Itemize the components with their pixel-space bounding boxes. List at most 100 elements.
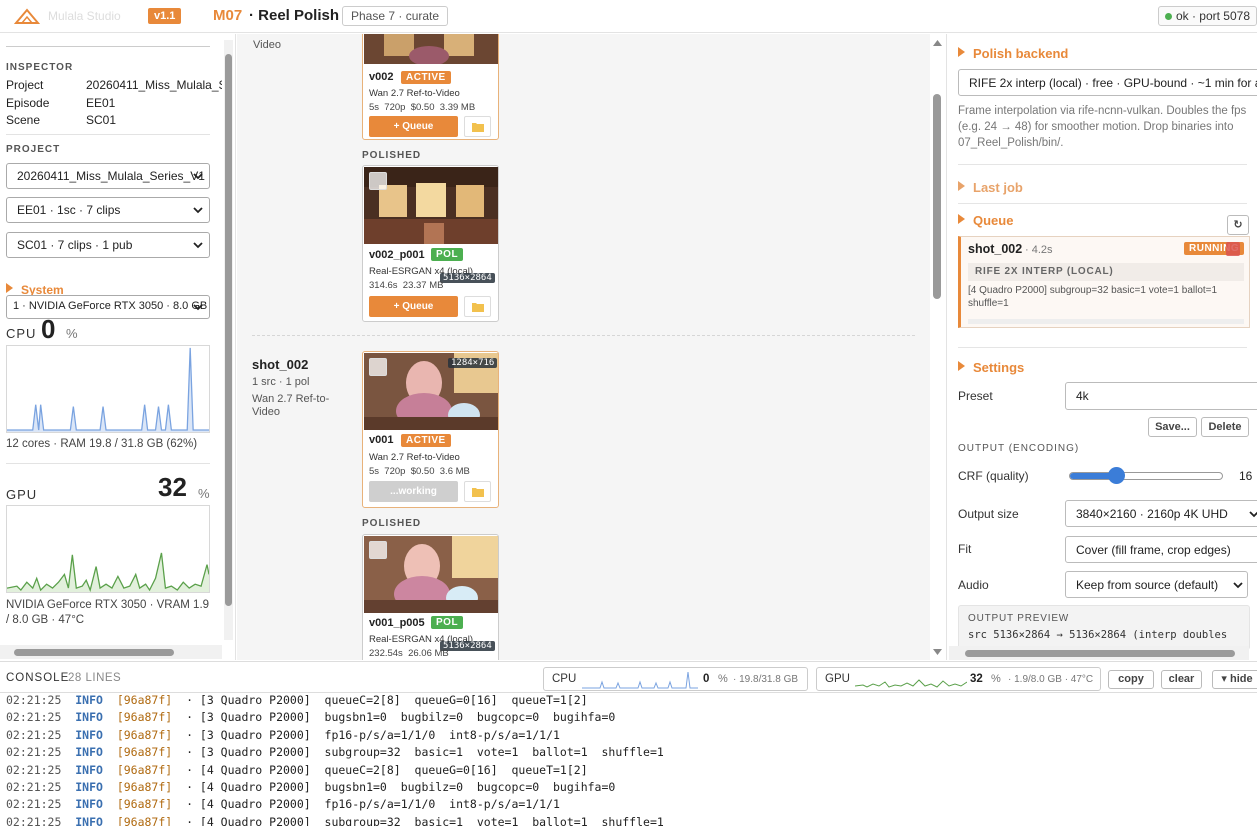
episode-select[interactable]: EE01 · 1sc · 7 clips [6,197,210,223]
status-indicator: ok · port 5078 [1157,6,1257,26]
console-copy-button[interactable]: copy [1108,670,1154,689]
log-level: INFO [75,779,103,794]
crf-slider-handle[interactable] [1107,467,1125,484]
last-job-title: Last job [973,180,1023,195]
project-select-value: 20260411_Miss_Mulala_Series_V1 [17,169,205,183]
right-hscrollbar[interactable] [949,646,1249,660]
settings-header[interactable]: Settings [958,360,1024,375]
select-checkbox[interactable] [369,541,387,559]
log-time: 02:21:25 [6,814,62,826]
chevron-down-icon [1233,582,1243,589]
queue-header[interactable]: Queue [958,213,1013,228]
output-size-select[interactable]: 3840×2160 · 2160p 4K UHD [1065,500,1257,527]
left-hscroll-thumb[interactable] [14,649,174,656]
gpu-select[interactable]: 1 · NVIDIA GeForce RTX 3050 · 8.0 GB [6,295,210,319]
cpu-graph [6,345,210,433]
select-checkbox[interactable] [369,358,387,376]
refresh-button[interactable]: ↻ [1227,215,1249,235]
left-hscrollbar[interactable] [0,645,222,659]
mid-scroll-track [930,34,946,660]
log-time: 02:21:25 [6,693,62,707]
folder-button[interactable] [464,116,491,137]
working-button[interactable]: ...working [369,481,458,502]
left-scroll-thumb[interactable] [225,54,232,606]
clip-card-v002-p001[interactable]: v002_p001 POL Real-ESRGAN x4 (local) 513… [362,165,499,322]
output-size-value: 3840×2160 · 2160p 4K UHD [1076,507,1228,521]
queue-title: Queue [973,213,1014,228]
log-id: [96a87f] [116,745,173,760]
log-time: 02:21:25 [6,745,62,760]
mid-scroll-thumb[interactable] [933,94,941,299]
right-hscroll-thumb[interactable] [965,650,1235,657]
output-size-label: Output size [958,507,1019,521]
left-scrollbar[interactable] [224,40,233,640]
preset-input[interactable]: 4k [1065,382,1257,410]
console-hide-button[interactable]: ▾ hide [1212,670,1257,689]
queue-button[interactable]: + Queue [369,296,458,317]
version-badge: v1.1 [148,8,182,24]
log-time: 02:21:25 [6,710,62,725]
clip-meta: 314.6s 23.37 MB [369,280,444,291]
chevron-down-icon [193,207,203,214]
cpu-value: 0 [41,314,56,344]
save-preset-button[interactable]: Save... [1148,417,1197,437]
polished-label: POLISHED [362,518,422,529]
dimension-tag: 1284×716 [448,358,498,368]
inspector-value-episode: EE01 [86,96,116,110]
log-id: [96a87f] [116,710,173,725]
divider [958,164,1247,165]
log-id: [96a87f] [116,797,173,812]
chevron-down-icon [1249,511,1257,518]
log-time: 02:21:25 [6,797,62,812]
console-clear-button[interactable]: clear [1161,670,1202,689]
gpu-select-value: 1 · NVIDIA GeForce RTX 3050 · 8.0 GB [13,300,208,312]
queue-item[interactable]: shot_002 · 4.2s RUNNING RIFE 2X INTERP (… [958,236,1250,328]
crf-slider[interactable] [1069,467,1223,484]
episode-select-value: EE01 · 1sc · 7 clips [17,203,121,217]
scene-select[interactable]: SC01 · 7 clips · 1 pub [6,232,210,258]
delete-preset-button[interactable]: Delete [1201,417,1249,437]
audio-select[interactable]: Keep from source (default) [1065,571,1248,598]
select-checkbox[interactable] [369,172,387,190]
clip-card-v001[interactable]: 1284×716 v001 ACTIVE Wan 2.7 Ref-to-Vide… [362,351,499,508]
console-line: 02:21:25 INFO [96a87f] · [3 Quadro P2000… [0,745,1257,762]
project-select[interactable]: 20260411_Miss_Mulala_Series_V1 [6,163,210,189]
module-code: M07 [213,7,243,24]
console-line: 02:21:25 INFO [96a87f] · [4 Quadro P2000… [0,815,1257,826]
logo-icon [14,8,40,24]
cpu-caption: 12 cores · RAM 19.8 / 31.8 GB (62%) [6,438,198,450]
expand-triangle-icon [958,47,965,57]
console-line-count: 28 LINES [68,672,122,684]
crf-value: 16 [1239,469,1253,483]
dimension-tag: 5136×2864 [440,273,495,283]
project-title: PROJECT [6,144,61,155]
console-cpu-label: CPU [552,673,577,685]
scroll-up-icon[interactable] [933,40,942,46]
backend-select[interactable]: RIFE 2x interp (local) · free · GPU-boun… [958,69,1257,96]
queue-log: [4 Quadro P2000] subgroup=32 basic=1 vot… [968,285,1218,309]
console-cpu-unit: % [718,673,728,685]
queue-shot-name: shot_002 [968,242,1023,256]
folder-button[interactable] [464,296,491,317]
clip-version: v001_p005 [369,617,425,629]
divider [958,347,1247,348]
backend-header[interactable]: Polish backend [958,46,1068,61]
clip-model: Wan 2.7 Ref-to-Video [369,88,460,99]
log-id: [96a87f] [116,762,173,777]
cpu-label: CPU [6,326,37,341]
folder-button[interactable] [464,481,491,502]
queue-button[interactable]: + Queue [369,116,458,137]
scroll-down-icon[interactable] [933,649,942,655]
preset-value: 4k [1076,389,1089,403]
stop-icon[interactable] [1226,242,1240,256]
fit-select[interactable]: Cover (fill frame, crop edges) [1065,536,1257,563]
folder-icon [472,488,484,497]
clip-card-v002[interactable]: v002 ACTIVE Wan 2.7 Ref-to-Video 5s 720p… [362,34,499,140]
divider [6,134,210,135]
active-badge: ACTIVE [401,434,451,447]
console-gpu-detail: · 1.9/8.0 GB · 47°C [1008,674,1094,685]
divider [958,203,1247,204]
gpu-unit: % [198,486,210,501]
clip-card-v001-p005[interactable]: v001_p005 POL Real-ESRGAN x4 (local) 513… [362,534,499,660]
last-job-header[interactable]: Last job [958,180,1023,195]
